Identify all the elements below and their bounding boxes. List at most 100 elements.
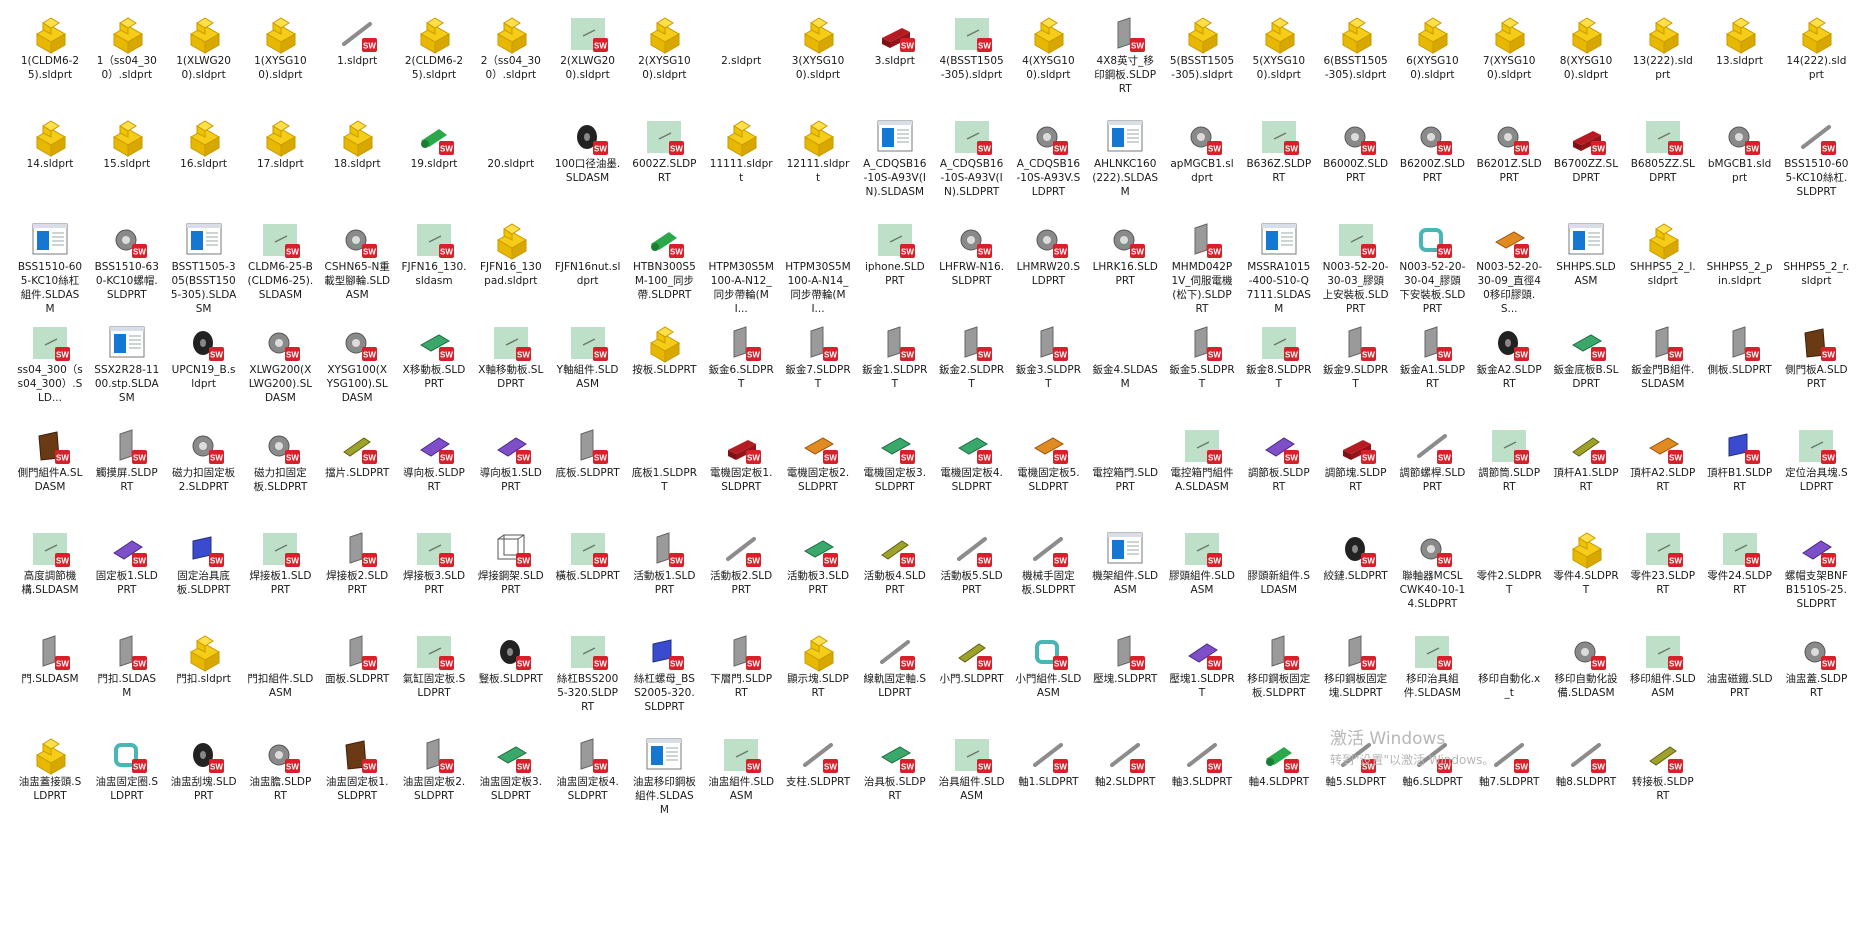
file-item[interactable]: 4(XYSG100).sldprt — [1015, 6, 1081, 110]
file-item[interactable]: SW FJFN16_130.sldasm — [401, 212, 467, 316]
file-item[interactable]: SW B6200Z.SLDPRT — [1399, 109, 1465, 213]
file-item[interactable]: 機架組件.SLDASM — [1092, 521, 1158, 625]
file-item[interactable]: SHHPS.SLDASM — [1553, 212, 1619, 316]
file-item[interactable]: SW UPCN19_B.sldprt — [171, 315, 237, 419]
file-item[interactable]: SW 油盅刮塊.SLDPRT — [171, 727, 237, 831]
file-item[interactable]: SW 活動板2.SLDPRT — [708, 521, 774, 625]
file-item[interactable]: SW 转接板.SLDPRT — [1630, 727, 1696, 831]
file-item[interactable]: 18.sldprt — [324, 109, 390, 213]
file-item[interactable]: SW 絲杠螺母_BSS2005-320.SLDPRT — [631, 624, 697, 728]
file-item[interactable]: SW 豎板.SLDPRT — [478, 624, 544, 728]
file-item[interactable]: 2（ss04_300）.sldprt — [478, 6, 544, 110]
file-item[interactable]: SW 油盅固定板3.SLDPRT — [478, 727, 544, 831]
file-item[interactable]: SW 焊接鋼架.SLDPRT — [478, 521, 544, 625]
file-item[interactable]: SW 鈑金5.SLDPRT — [1169, 315, 1235, 419]
file-item[interactable]: SW 壓塊.SLDPRT — [1092, 624, 1158, 728]
file-item[interactable]: SW 鈑金底板B.SLDPRT — [1553, 315, 1619, 419]
file-item[interactable]: SW 絞鏈.SLDPRT — [1323, 521, 1389, 625]
file-item[interactable]: 1(XLWG200).sldprt — [171, 6, 237, 110]
file-item[interactable]: 按板.SLDPRT — [631, 315, 697, 419]
file-item[interactable]: SW B6201Z.SLDPRT — [1476, 109, 1542, 213]
file-item[interactable]: 1(CLDM6-25).sldprt — [17, 6, 83, 110]
file-item[interactable]: SHHPS5_2_l.sldprt — [1630, 212, 1696, 316]
file-item[interactable]: 15.sldprt — [94, 109, 160, 213]
file-item[interactable]: SW MHMD042P1V_伺服電機(松下).SLDPRT — [1169, 212, 1235, 316]
file-item[interactable]: FJFN16nut.sldprt — [555, 212, 621, 316]
file-item[interactable]: 17.sldprt — [247, 109, 313, 213]
file-item[interactable]: SW 油盅固定板1.SLDPRT — [324, 727, 390, 831]
file-item[interactable]: SW 磁力扣固定板2.SLDPRT — [171, 418, 237, 522]
file-item[interactable]: SW 側門組件A.SLDASM — [17, 418, 83, 522]
file-item[interactable]: SW 調節筒.SLDPRT — [1476, 418, 1542, 522]
file-item[interactable]: 電控箱門.SLDPRT — [1092, 418, 1158, 522]
file-item[interactable]: SW CLDM6-25-B(CLDM6-25).SLDASM — [247, 212, 313, 316]
file-item[interactable]: SW 活動板5.SLDPRT — [939, 521, 1005, 625]
file-item[interactable]: SW 絲杠BSS2005-320.SLDPRT — [555, 624, 621, 728]
file-item[interactable]: SW B6805ZZ.SLDPRT — [1630, 109, 1696, 213]
file-item[interactable]: 1（ss04_300）.sldprt — [94, 6, 160, 110]
file-item[interactable]: SW 小門.SLDPRT — [939, 624, 1005, 728]
file-item[interactable]: SW 氣缸固定板.SLDPRT — [401, 624, 467, 728]
file-item[interactable]: SW 鈑金門B組件.SLDASM — [1630, 315, 1696, 419]
file-item[interactable]: 2(XYSG100).sldprt — [631, 6, 697, 110]
file-item[interactable]: 油盅蓋接頭.SLDPRT — [17, 727, 83, 831]
file-item[interactable]: SW LHRK16.SLDPRT — [1092, 212, 1158, 316]
file-item[interactable]: BSST1505-305(BSST1505-305).SLDASM — [171, 212, 237, 316]
file-item[interactable]: SW 鈑金A1.SLDPRT — [1399, 315, 1465, 419]
file-item[interactable]: BSS1510-605-KC10絲杠組件.SLDASM — [17, 212, 83, 316]
file-item[interactable]: SW 鈑金1.SLDPRT — [862, 315, 928, 419]
file-item[interactable]: AHLNKC160(222).SLDASM — [1092, 109, 1158, 213]
file-item[interactable]: SW 底板.SLDPRT — [555, 418, 621, 522]
file-item[interactable]: SW B636Z.SLDPRT — [1246, 109, 1312, 213]
file-item[interactable]: SW 固定板1.SLDPRT — [94, 521, 160, 625]
file-item[interactable]: SW 零件23.SLDPRT — [1630, 521, 1696, 625]
file-item[interactable]: SW 1.sldprt — [324, 6, 390, 110]
file-item[interactable]: SW 膠頭組件.SLDASM — [1169, 521, 1235, 625]
file-item[interactable]: SW 頂杆A2.SLDPRT — [1630, 418, 1696, 522]
file-item[interactable]: SW 活動板3.SLDPRT — [785, 521, 851, 625]
file-item[interactable]: 門扣組件.SLDASM — [247, 624, 313, 728]
file-item[interactable]: SW 磁力扣固定板.SLDPRT — [247, 418, 313, 522]
file-item[interactable]: SW 面板.SLDPRT — [324, 624, 390, 728]
file-item[interactable]: SW B6000Z.SLDPRT — [1323, 109, 1389, 213]
file-item[interactable]: SW 軸4.SLDPRT — [1246, 727, 1312, 831]
file-item[interactable]: SW 鈑金9.SLDPRT — [1323, 315, 1389, 419]
file-item[interactable]: 膠頭新組件.SLDASM — [1246, 521, 1312, 625]
file-item[interactable]: SW 支柱.SLDPRT — [785, 727, 851, 831]
file-item[interactable]: SW LHMRW20.SLDPRT — [1015, 212, 1081, 316]
file-item[interactable]: 2.sldprt — [708, 6, 774, 110]
file-item[interactable]: SW 移印鋼板固定板.SLDPRT — [1246, 624, 1312, 728]
file-item[interactable]: SW 軸2.SLDPRT — [1092, 727, 1158, 831]
file-item[interactable]: SW 焊接板2.SLDPRT — [324, 521, 390, 625]
file-item[interactable]: 零件2.SLDPRT — [1476, 521, 1542, 625]
file-item[interactable]: SW 導向板1.SLDPRT — [478, 418, 544, 522]
file-item[interactable]: 13.sldprt — [1707, 6, 1773, 110]
file-item[interactable]: SW 下層門.SLDPRT — [708, 624, 774, 728]
file-item[interactable]: 鈑金4.SLDASM — [1092, 315, 1158, 419]
file-item[interactable]: 5(XYSG100).sldprt — [1246, 6, 1312, 110]
file-item[interactable]: 11111.sldprt — [708, 109, 774, 213]
file-item[interactable]: SW X移動板.SLDPRT — [401, 315, 467, 419]
file-item[interactable]: SW apMGCB1.sldprt — [1169, 109, 1235, 213]
file-item[interactable]: SW 19.sldprt — [401, 109, 467, 213]
file-item[interactable]: SW CSHN65-N重載型腳輪.SLDASM — [324, 212, 390, 316]
file-item[interactable]: 13(222).sldprt — [1630, 6, 1696, 110]
file-item[interactable]: SW 2(XLWG200).sldprt — [555, 6, 621, 110]
file-item[interactable]: SW 移印自動化設備.SLDASM — [1553, 624, 1619, 728]
file-item[interactable]: SW A_CDQSB16-10S-A93V(IN).SLDPRT — [939, 109, 1005, 213]
file-item[interactable]: SW 固定治具底板.SLDPRT — [171, 521, 237, 625]
file-item[interactable]: 8(XYSG100).sldprt — [1553, 6, 1619, 110]
file-item[interactable]: SW 小門組件.SLDASM — [1015, 624, 1081, 728]
file-item[interactable]: 5(BSST1505-305).sldprt — [1169, 6, 1235, 110]
file-item[interactable]: SW 鈑金7.SLDPRT — [785, 315, 851, 419]
file-item[interactable]: SW 壓塊1.SLDPRT — [1169, 624, 1235, 728]
file-item[interactable]: 移印自動化.x_t — [1476, 624, 1542, 728]
file-item[interactable]: SW 移印鋼板固定塊.SLDPRT — [1323, 624, 1389, 728]
file-item[interactable]: SW 電機固定板4.SLDPRT — [939, 418, 1005, 522]
file-item[interactable]: SW A_CDQSB16-10S-A93V.SLDPRT — [1015, 109, 1081, 213]
file-item[interactable]: SW 調節螺桿.SLDPRT — [1399, 418, 1465, 522]
file-item[interactable]: SW N003-52-20-30-09_直徑40移印膠頭.S... — [1476, 212, 1542, 316]
file-item[interactable]: SW 調節板.SLDPRT — [1246, 418, 1312, 522]
file-item[interactable]: 7(XYSG100).sldprt — [1476, 6, 1542, 110]
file-item[interactable]: SW 頂杆B1.SLDPRT — [1707, 418, 1773, 522]
